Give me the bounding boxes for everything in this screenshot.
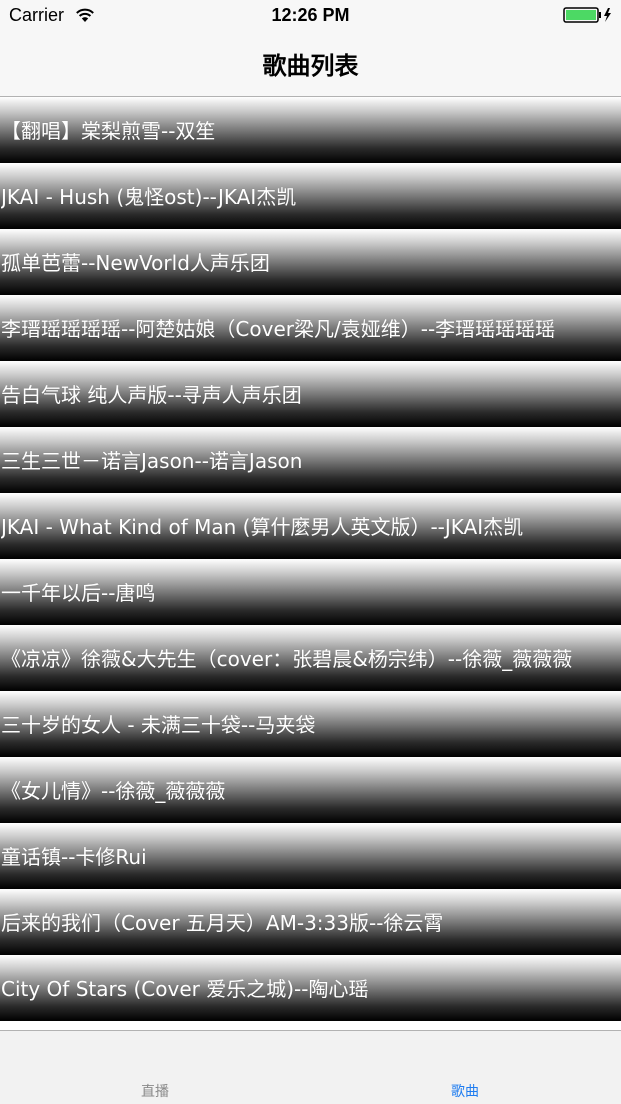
song-row[interactable]: 告白气球 纯人声版--寻声人声乐团 <box>0 361 621 427</box>
tab-songs[interactable]: 歌曲 <box>310 1031 620 1104</box>
tab-live[interactable]: 直播 <box>0 1031 310 1104</box>
song-list[interactable]: 【翻唱】棠梨煎雪--双笙 JKAI - Hush (鬼怪ost)--JKAI杰凯… <box>0 97 621 1030</box>
song-row[interactable]: 后来的我们（Cover 五月天）AM-3:33版--徐云霄 <box>0 889 621 955</box>
song-row[interactable]: JKAI - Hush (鬼怪ost)--JKAI杰凯 <box>0 163 621 229</box>
tab-label-live: 直播 <box>141 1084 169 1100</box>
song-title: 后来的我们（Cover 五月天）AM-3:33版--徐云霄 <box>1 911 444 935</box>
song-title: 告白气球 纯人声版--寻声人声乐团 <box>1 383 302 407</box>
song-row[interactable]: 【翻唱】棠梨煎雪--双笙 <box>0 97 621 163</box>
song-title: 《女儿情》--徐薇_薇薇薇 <box>1 779 226 803</box>
navigation-bar: 歌曲列表 <box>0 32 621 97</box>
song-row[interactable]: 童话镇--卡修Rui <box>0 823 621 889</box>
song-title: JKAI - What Kind of Man (算什麼男人英文版）--JKAI… <box>1 515 524 539</box>
tab-bar: 直播 歌曲 <box>0 1030 621 1104</box>
song-row[interactable]: 一千年以后--唐鸣 <box>0 559 621 625</box>
song-row[interactable]: 孤单芭蕾--NewVorld人声乐团 <box>0 229 621 295</box>
tab-label-songs: 歌曲 <box>451 1084 479 1100</box>
status-bar: Carrier 12:26 PM <box>0 0 621 32</box>
battery-icon <box>563 7 611 23</box>
song-row[interactable]: 三十岁的女人 - 未满三十袋--马夹袋 <box>0 691 621 757</box>
song-title: 一千年以后--唐鸣 <box>1 581 156 605</box>
page-title: 歌曲列表 <box>262 52 359 80</box>
song-row[interactable]: 《凉凉》徐薇&大先生（cover：张碧晨&杨宗纬）--徐薇_薇薇薇 <box>0 625 621 691</box>
song-row[interactable]: JKAI - What Kind of Man (算什麼男人英文版）--JKAI… <box>0 493 621 559</box>
song-row[interactable]: City Of Stars (Cover 爱乐之城)--陶心瑶 <box>0 955 621 1021</box>
song-row[interactable]: 《女儿情》--徐薇_薇薇薇 <box>0 757 621 823</box>
song-title: JKAI - Hush (鬼怪ost)--JKAI杰凯 <box>1 185 297 209</box>
song-title: 《凉凉》徐薇&大先生（cover：张碧晨&杨宗纬）--徐薇_薇薇薇 <box>1 647 573 671</box>
song-row[interactable]: 李瑨瑶瑶瑶瑶--阿楚姑娘（Cover梁凡/袁娅维）--李瑨瑶瑶瑶瑶 <box>0 295 621 361</box>
song-title: 三生三世－诺言Jason--诺言Jason <box>1 449 303 473</box>
song-title: City Of Stars (Cover 爱乐之城)--陶心瑶 <box>1 977 369 1001</box>
clock: 12:26 PM <box>271 5 350 25</box>
song-row[interactable]: 三生三世－诺言Jason--诺言Jason <box>0 427 621 493</box>
song-title: 孤单芭蕾--NewVorld人声乐团 <box>1 251 270 275</box>
song-title: 童话镇--卡修Rui <box>1 845 147 869</box>
song-title: 李瑨瑶瑶瑶瑶--阿楚姑娘（Cover梁凡/袁娅维）--李瑨瑶瑶瑶瑶 <box>1 317 556 341</box>
song-title: 【翻唱】棠梨煎雪--双笙 <box>1 119 216 143</box>
song-title: 三十岁的女人 - 未满三十袋--马夹袋 <box>1 713 316 737</box>
